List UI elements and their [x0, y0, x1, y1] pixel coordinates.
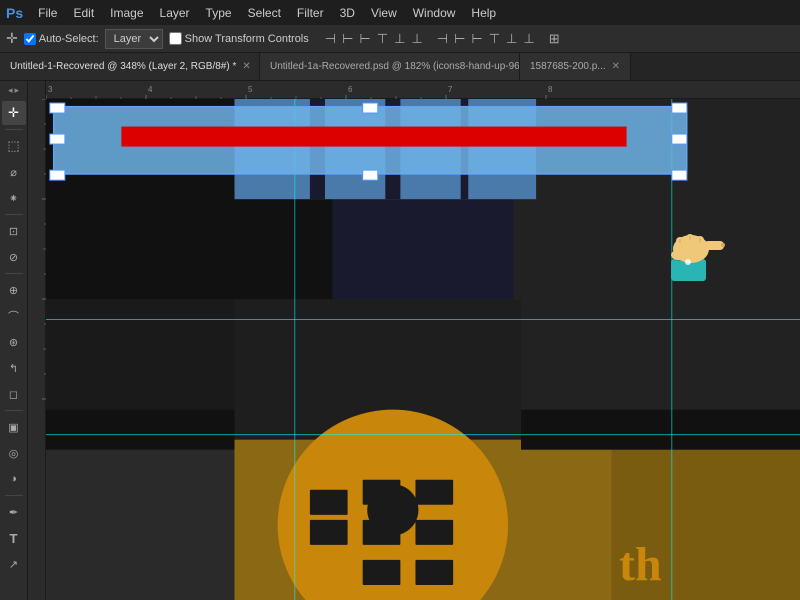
- path-select-tool[interactable]: ↗: [2, 552, 26, 576]
- transform-checkbox[interactable]: [169, 32, 182, 45]
- lasso-tool[interactable]: ⌀: [2, 160, 26, 184]
- dist-top-icon[interactable]: ⊤: [487, 29, 502, 49]
- menu-select[interactable]: Select: [241, 4, 288, 22]
- options-bar: ✛ Auto-Select: Layer Show Transform Cont…: [0, 25, 800, 53]
- dist-bottom-icon[interactable]: ⊥: [521, 29, 536, 49]
- ruler-top: 3 4 5 6 7 8: [28, 81, 800, 99]
- align-right-icon[interactable]: ⊢: [357, 29, 372, 49]
- layer-dropdown[interactable]: Layer: [105, 29, 163, 49]
- app-logo: Ps: [6, 5, 23, 21]
- history-brush-tool[interactable]: ↰: [2, 356, 26, 380]
- menu-layer[interactable]: Layer: [153, 4, 197, 22]
- svg-text:8: 8: [548, 85, 553, 94]
- crop-tool[interactable]: ⊡: [2, 219, 26, 243]
- menu-type[interactable]: Type: [199, 4, 239, 22]
- gradient-tool[interactable]: ▣: [2, 415, 26, 439]
- menu-file[interactable]: File: [31, 4, 64, 22]
- menu-view[interactable]: View: [364, 4, 404, 22]
- tab-0-label: Untitled-1-Recovered @ 348% (Layer 2, RG…: [10, 61, 236, 72]
- tab-1-label: Untitled-1a-Recovered.psd @ 182% (icons8…: [270, 61, 520, 72]
- menu-image[interactable]: Image: [103, 4, 150, 22]
- tab-0[interactable]: Untitled-1-Recovered @ 348% (Layer 2, RG…: [0, 53, 260, 80]
- dist-left-icon[interactable]: ⊣: [435, 29, 450, 49]
- tab-2-label: 1587685-200.p...: [530, 61, 606, 72]
- dodge-tool[interactable]: ◑: [2, 467, 26, 491]
- align-center-h-icon[interactable]: ⊢: [340, 29, 355, 49]
- menu-3d[interactable]: 3D: [333, 4, 362, 22]
- svg-text:4: 4: [148, 85, 153, 94]
- eraser-tool[interactable]: ◻: [2, 382, 26, 406]
- toolbar: ◂ ▸ ✛ ⬚ ⌀ ⁕ ⊡ ⊘ ⊕ ⌒ ⊛ ↰ ◻ ▣ ◎ ◑ ✒ T ↗: [0, 81, 28, 600]
- tab-0-close[interactable]: ✕: [242, 61, 250, 72]
- align-top-icon[interactable]: ⊤: [375, 29, 390, 49]
- dist-right-icon[interactable]: ⊢: [469, 29, 484, 49]
- panel-left-arrow[interactable]: ◂: [8, 85, 13, 96]
- menu-window[interactable]: Window: [406, 4, 463, 22]
- canvas-svg: th: [46, 99, 800, 600]
- menu-edit[interactable]: Edit: [66, 4, 101, 22]
- tab-2[interactable]: 1587685-200.p... ✕: [520, 53, 631, 80]
- svg-text:5: 5: [248, 85, 253, 94]
- auto-select-checkbox[interactable]: [24, 33, 36, 45]
- align-bottom-icon[interactable]: ⊥: [409, 29, 424, 49]
- ruler-top-svg: 3 4 5 6 7 8: [46, 81, 800, 99]
- brush-tool[interactable]: ⌒: [2, 304, 26, 328]
- type-tool[interactable]: T: [2, 526, 26, 550]
- svg-text:3: 3: [48, 85, 53, 94]
- tool-separator-4: [5, 410, 23, 411]
- rect-select-tool[interactable]: ⬚: [2, 134, 26, 158]
- align-center-v-icon[interactable]: ⊥: [392, 29, 407, 49]
- menu-help[interactable]: Help: [464, 4, 503, 22]
- show-transform-label[interactable]: Show Transform Controls: [169, 32, 309, 45]
- eyedropper-tool[interactable]: ⊘: [2, 245, 26, 269]
- workspace[interactable]: 3 4 5 6 7 8: [28, 81, 800, 600]
- tab-2-close[interactable]: ✕: [612, 61, 620, 72]
- magic-wand-tool[interactable]: ⁕: [2, 186, 26, 210]
- pen-tool[interactable]: ✒: [2, 500, 26, 524]
- menu-bar: Ps File Edit Image Layer Type Select Fil…: [0, 0, 800, 25]
- dist-center-h-icon[interactable]: ⊢: [452, 29, 467, 49]
- panel-right-arrow[interactable]: ▸: [15, 85, 20, 96]
- tool-separator-2: [5, 214, 23, 215]
- ruler-left-svg: 1 2 3: [28, 99, 46, 600]
- align-left-icon[interactable]: ⊣: [323, 29, 338, 49]
- move-tool-icon: ✛: [6, 30, 18, 47]
- dist-center-v-icon[interactable]: ⊥: [504, 29, 519, 49]
- grid-icon[interactable]: ⊞: [547, 29, 562, 49]
- svg-text:th: th: [619, 538, 662, 591]
- svg-text:7: 7: [448, 85, 453, 94]
- blur-tool[interactable]: ◎: [2, 441, 26, 465]
- tool-separator-3: [5, 273, 23, 274]
- menu-filter[interactable]: Filter: [290, 4, 331, 22]
- move-tool[interactable]: ✛: [2, 101, 26, 125]
- tab-1[interactable]: Untitled-1a-Recovered.psd @ 182% (icons8…: [260, 53, 520, 80]
- main-area: ◂ ▸ ✛ ⬚ ⌀ ⁕ ⊡ ⊘ ⊕ ⌒ ⊛ ↰ ◻ ▣ ◎ ◑ ✒ T ↗: [0, 81, 800, 600]
- clone-stamp-tool[interactable]: ⊛: [2, 330, 26, 354]
- heal-brush-tool[interactable]: ⊕: [2, 278, 26, 302]
- tab-bar: Untitled-1-Recovered @ 348% (Layer 2, RG…: [0, 53, 800, 81]
- canvas-area[interactable]: th: [46, 99, 800, 600]
- svg-text:6: 6: [348, 85, 353, 94]
- tool-separator-5: [5, 495, 23, 496]
- auto-select-label[interactable]: Auto-Select:: [24, 33, 99, 45]
- tool-separator-1: [5, 129, 23, 130]
- ruler-left: 1 2 3: [28, 81, 46, 600]
